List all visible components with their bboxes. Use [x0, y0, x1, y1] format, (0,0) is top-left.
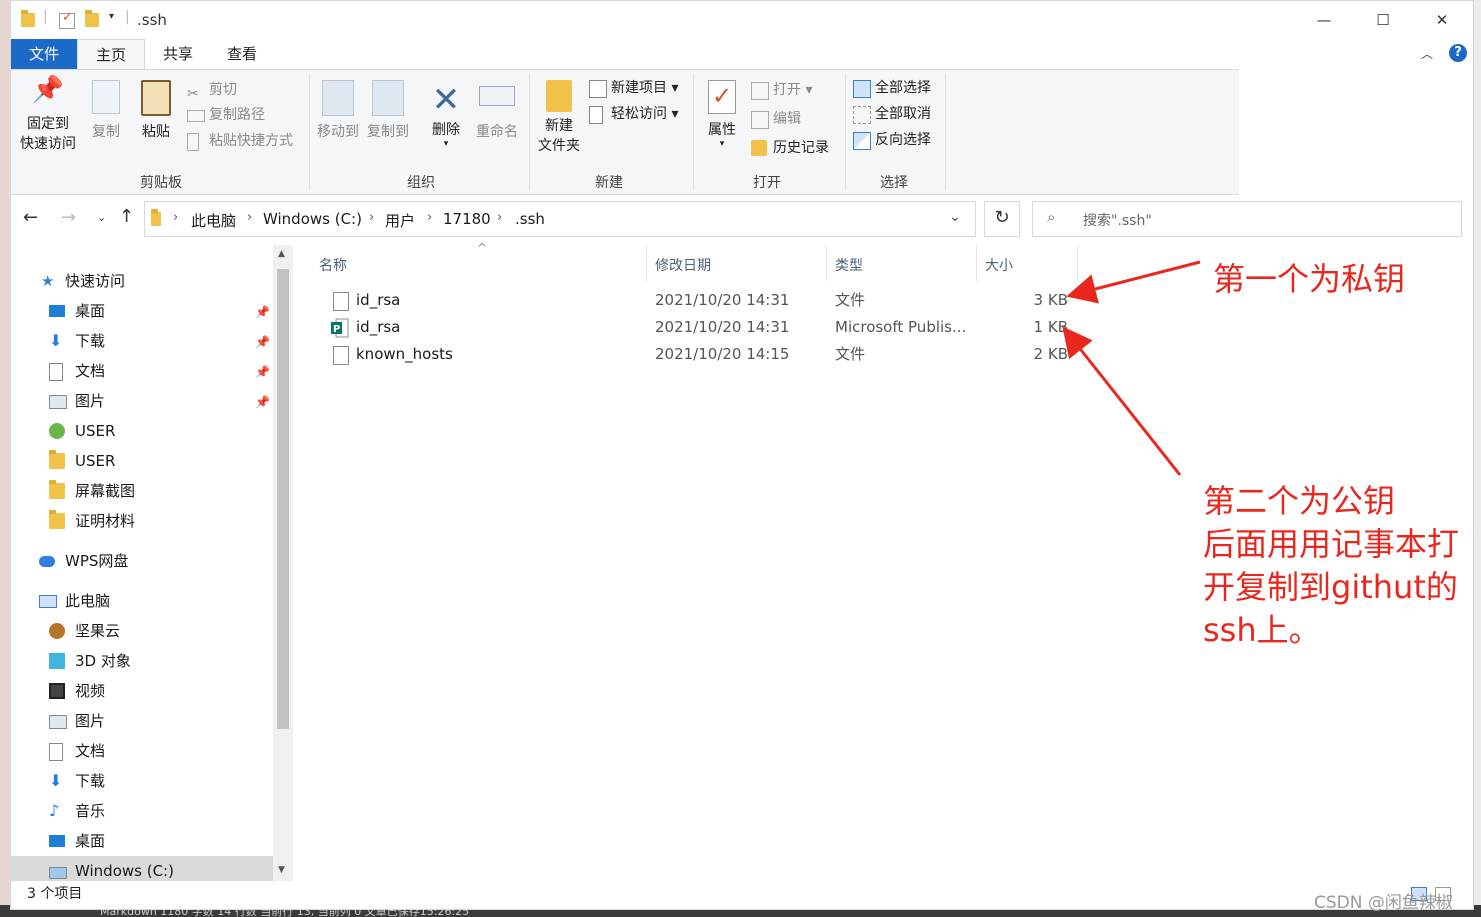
watermark: CSDN @闲鱼辣椒 [1314, 893, 1453, 913]
annotation-private-key: 第一个为私钥 [1213, 260, 1406, 298]
arrow-to-public-key [1062, 326, 1182, 476]
annotation-public-key-line1: 第二个为公钥 [1203, 482, 1396, 520]
arrow-to-private-key [1066, 260, 1201, 304]
annotation-arrows [1062, 260, 1201, 476]
annotation-public-key-line2: 后面用用记事本打 [1203, 525, 1460, 563]
annotation-public-key-line4: ssh上。 [1203, 611, 1321, 649]
annotation-public-key-line3: 开复制到githut的 [1203, 568, 1458, 606]
